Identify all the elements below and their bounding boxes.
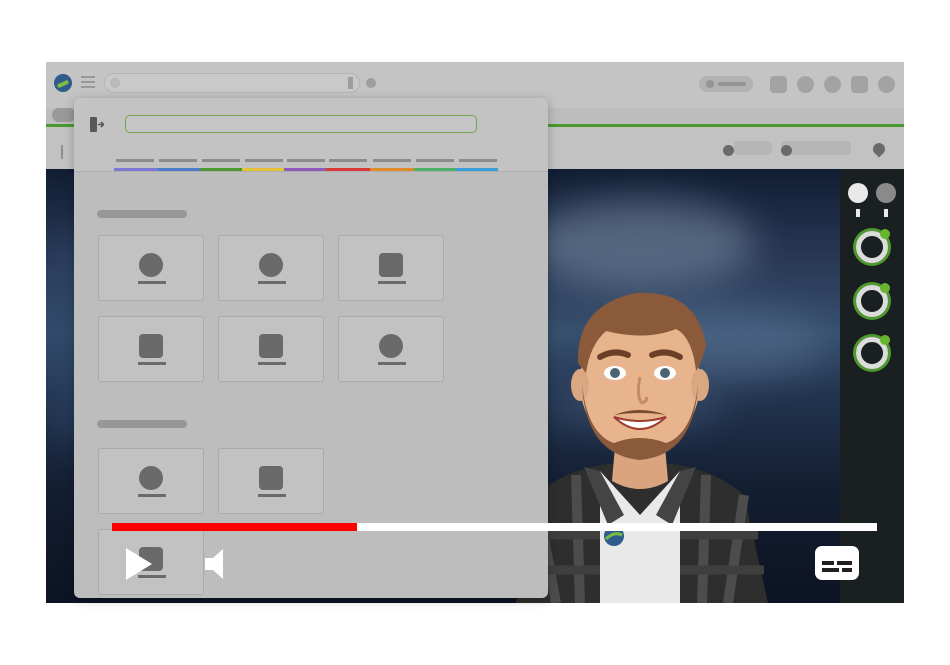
toolbar-square-button[interactable]: [851, 76, 868, 93]
tab-color-strip: [200, 168, 242, 171]
tab-label-placeholder[interactable]: [416, 159, 454, 162]
caption-line: [842, 568, 852, 572]
panel-search-input[interactable]: [125, 115, 477, 133]
tab-color-strip: [114, 168, 158, 171]
tab-label-placeholder[interactable]: [159, 159, 197, 162]
tab-color-strip: [284, 168, 326, 171]
menu-tile[interactable]: [98, 316, 204, 382]
tab-color-strip: [242, 168, 284, 171]
tile-label-placeholder: [258, 494, 286, 497]
toolbar-circle-button[interactable]: [797, 76, 814, 93]
tile-label-placeholder: [378, 362, 406, 365]
lock-icon: [110, 78, 120, 88]
caption-line: [822, 561, 834, 565]
document-icon: [379, 253, 403, 277]
menu-tile[interactable]: [218, 316, 324, 382]
section-heading: [97, 420, 187, 428]
profile-ring-icon[interactable]: [856, 283, 890, 317]
right-rail: [840, 169, 904, 603]
hamburger-icon[interactable]: [81, 76, 95, 88]
panel-header: [74, 98, 548, 172]
tab-label-placeholder[interactable]: [459, 159, 497, 162]
address-bar[interactable]: [104, 73, 360, 93]
tile-label-placeholder: [138, 362, 166, 365]
video-progress-fill[interactable]: [112, 523, 357, 531]
menu-tile[interactable]: [218, 448, 324, 514]
refresh-icon[interactable]: [366, 78, 376, 88]
toolbar-square-button[interactable]: [770, 76, 787, 93]
tab-color-strip: [414, 168, 456, 171]
filter-dot-icon: [781, 145, 792, 156]
menu-tile[interactable]: [98, 448, 204, 514]
filter-chip[interactable]: [734, 141, 772, 155]
exit-icon[interactable]: [90, 117, 104, 132]
menu-tile[interactable]: [218, 235, 324, 301]
person-icon: [139, 466, 163, 490]
sky-cloud: [526, 199, 756, 289]
toolbar-divider: [61, 145, 63, 159]
rail-tick: [884, 209, 888, 217]
app-switch-toggle[interactable]: [52, 108, 76, 122]
tile-label-placeholder: [378, 281, 406, 284]
globe-logo-icon[interactable]: [54, 74, 72, 92]
caption-line: [822, 568, 839, 572]
tab-label-placeholder[interactable]: [287, 159, 325, 162]
tab-color-strip: [456, 168, 498, 171]
rail-toggle-dot[interactable]: [876, 183, 896, 203]
toolbar-circle-button[interactable]: [878, 76, 895, 93]
menu-tile[interactable]: [338, 235, 444, 301]
tab-label-placeholder[interactable]: [373, 159, 411, 162]
play-icon[interactable]: [126, 548, 152, 580]
tab-label-placeholder[interactable]: [202, 159, 240, 162]
tab-color-strip: [158, 168, 200, 171]
person-icon: [139, 253, 163, 277]
tile-label-placeholder: [138, 494, 166, 497]
tutorial-video-frame: [0, 0, 950, 665]
profile-ring-icon[interactable]: [856, 335, 890, 369]
tab-color-strip: [326, 168, 370, 171]
person-icon: [379, 334, 403, 358]
captions-icon[interactable]: [815, 546, 859, 580]
menu-tile[interactable]: [98, 235, 204, 301]
document-icon: [259, 334, 283, 358]
rail-tick: [856, 209, 860, 217]
profile-ring-icon[interactable]: [856, 229, 890, 263]
address-handle-icon: [348, 77, 353, 89]
filter-dot-icon: [723, 145, 734, 156]
speaker-icon[interactable]: [205, 548, 227, 580]
tab-color-strip: [370, 168, 414, 171]
account-pill[interactable]: [699, 76, 753, 92]
tile-label-placeholder: [138, 281, 166, 284]
document-icon: [259, 466, 283, 490]
person-icon: [259, 253, 283, 277]
section-heading: [97, 210, 187, 218]
tab-label-placeholder[interactable]: [329, 159, 367, 162]
menu-tile[interactable]: [338, 316, 444, 382]
tab-label-placeholder[interactable]: [116, 159, 154, 162]
tile-label-placeholder: [258, 362, 286, 365]
caption-line: [837, 561, 852, 565]
rail-toggle-dot[interactable]: [848, 183, 868, 203]
document-icon: [139, 334, 163, 358]
tile-label-placeholder: [258, 281, 286, 284]
tab-label-placeholder[interactable]: [245, 159, 283, 162]
toolbar-circle-button[interactable]: [824, 76, 841, 93]
